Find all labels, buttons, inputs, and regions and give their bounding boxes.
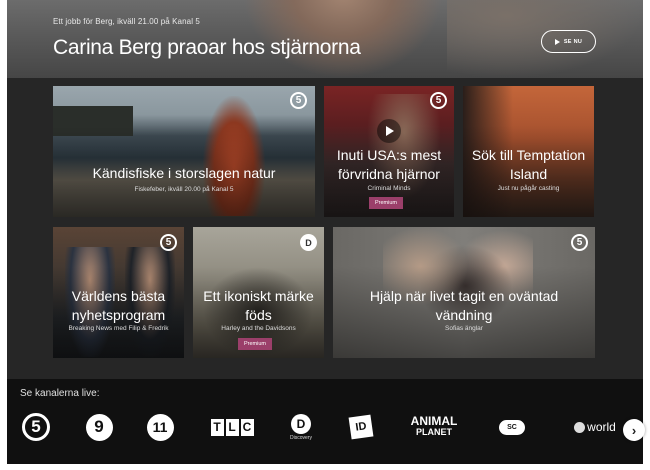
- page: Ett jobb för Berg, ikväll 21.00 på Kanal…: [7, 0, 643, 464]
- chevron-right-icon[interactable]: ›: [623, 419, 645, 441]
- tile-fiskefeber[interactable]: 5 Kändisfiske i storslagen natur Fiskefe…: [53, 86, 315, 217]
- tile-subtitle: Breaking News med Filip & Fredrik: [68, 325, 169, 332]
- channel-kanal5[interactable]: 5: [21, 411, 51, 443]
- tlc-letter: L: [225, 418, 239, 436]
- discovery-logo-icon: D: [291, 413, 311, 434]
- tile-title: Sök till Temptation Island: [471, 147, 586, 182]
- channel-animal-planet[interactable]: ANIMAL PLANET: [409, 411, 459, 443]
- channel-id[interactable]: ID: [346, 411, 376, 443]
- kanal5-logo-icon: 5: [22, 413, 50, 441]
- tile-subtitle: Sofias änglar: [445, 325, 483, 332]
- kanal5-icon: 5: [160, 234, 177, 251]
- tile-subtitle: Harley and the Davidsons: [221, 325, 296, 332]
- channel-tlc[interactable]: T L C: [207, 411, 257, 443]
- globe-icon: [574, 421, 586, 433]
- channel-kanal9[interactable]: 9: [84, 411, 114, 443]
- tile-temptation-island[interactable]: Sök till Temptation Island Just nu pågår…: [463, 86, 594, 217]
- premium-badge: Premium: [238, 338, 273, 350]
- see-now-label: SE NU: [563, 38, 583, 45]
- tile-title: Kändisfiske i storslagen natur: [92, 165, 276, 181]
- premium-badge: Premium: [369, 197, 404, 209]
- discovery-world-logo: world: [587, 420, 616, 434]
- tlc-letter: C: [240, 418, 254, 436]
- live-channels-label: Se kanalerna live:: [20, 388, 100, 399]
- tile-title: Ett ikoniskt märke föds: [203, 288, 314, 323]
- kanal11-logo-icon: 11: [146, 413, 174, 441]
- hero-kicker: Ett jobb för Berg, ikväll 21.00 på Kanal…: [53, 17, 200, 26]
- play-icon: [554, 38, 560, 45]
- channel-discovery[interactable]: D Discovery: [283, 411, 319, 443]
- hero-banner[interactable]: Ett jobb för Berg, ikväll 21.00 på Kanal…: [7, 0, 643, 78]
- kanal5-icon: 5: [290, 92, 307, 109]
- kanal5-icon: 5: [430, 92, 447, 109]
- id-logo-icon: ID: [348, 414, 374, 440]
- channel-discovery-world[interactable]: world: [567, 411, 623, 443]
- tile-subtitle: Just nu pågår casting: [497, 185, 560, 192]
- tile-subtitle: Criminal Minds: [367, 185, 411, 192]
- tile-breaking-news[interactable]: 5 Världens bästa nyhetsprogram Breaking …: [53, 227, 184, 358]
- kanal5-icon: 5: [571, 234, 588, 251]
- eurosport-logo-icon: SC: [499, 419, 525, 435]
- tile-title: Hjälp när livet tagit en oväntad vändnin…: [369, 288, 559, 323]
- tile-criminal-minds[interactable]: 5 Inuti USA:s mest förvridna hjärnor Cri…: [324, 86, 454, 217]
- discovery-icon: D: [300, 234, 317, 251]
- tile-sofias-anglar[interactable]: 5 Hjälp när livet tagit en oväntad vändn…: [333, 227, 595, 358]
- tile-title: Inuti USA:s mest förvridna hjärnor: [336, 147, 442, 182]
- tlc-letter: T: [210, 418, 224, 436]
- hero-title: Carina Berg praoar hos stjärnorna: [53, 36, 361, 59]
- channel-kanal11[interactable]: 11: [145, 411, 175, 443]
- play-button[interactable]: [377, 119, 401, 143]
- see-now-button[interactable]: SE NU: [541, 30, 596, 53]
- tile-harley-davidsons[interactable]: D Ett ikoniskt märke föds Harley and the…: [193, 227, 324, 358]
- tile-subtitle: Fiskefeber, ikväll 20.00 på Kanal 5: [134, 186, 234, 193]
- tlc-logo-icon: T L C: [210, 418, 254, 436]
- kanal9-logo-icon: 9: [85, 413, 113, 441]
- animal-planet-logo-line2: PLANET: [416, 427, 452, 437]
- tile-shade: [53, 86, 315, 217]
- live-channels-bar: Se kanalerna live: 5 9 11 T L C D Discov…: [7, 379, 643, 464]
- tile-title: Världens bästa nyhetsprogram: [71, 288, 166, 323]
- channel-eurosport[interactable]: SC: [487, 411, 537, 443]
- animal-planet-logo-line1: ANIMAL: [410, 414, 458, 428]
- discovery-caption: Discovery: [290, 434, 312, 441]
